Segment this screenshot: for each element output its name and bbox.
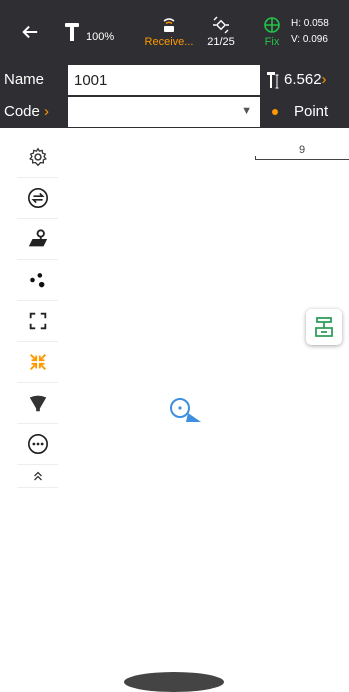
antenna-rod-icon — [267, 72, 279, 89]
chevron-right-icon: › — [39, 103, 50, 120]
signal-beam-icon — [29, 395, 46, 412]
collapse-toolbar-button[interactable] — [17, 465, 58, 488]
swap-button[interactable] — [17, 178, 58, 219]
v-precision: V: 0.096 — [291, 34, 328, 45]
zoom-to-points-button[interactable] — [17, 342, 58, 383]
satellite-count: 21/25 — [207, 36, 235, 48]
points-icon — [29, 273, 44, 288]
map-toolbar — [17, 137, 58, 488]
station-icon — [315, 317, 333, 337]
point-type-label: Point — [294, 103, 329, 120]
fix-status[interactable]: Fix — [254, 0, 290, 64]
back-arrow-icon — [22, 25, 38, 39]
receive-label: Receive... — [144, 36, 194, 48]
datalink-status[interactable]: Receive... — [134, 0, 204, 64]
gnss-receiver-icon — [65, 23, 79, 41]
map-layer-icon — [28, 229, 47, 247]
map-scale: 9 — [255, 144, 349, 160]
swap-icon — [27, 188, 48, 208]
base-station-button[interactable] — [306, 309, 342, 345]
name-label: Name — [4, 71, 45, 88]
bottom-panel-handle[interactable] — [124, 672, 224, 692]
satellite-status[interactable]: 21/25 — [196, 0, 246, 64]
points-button[interactable] — [17, 260, 58, 301]
double-chevron-up-icon — [33, 471, 42, 481]
point-name-input[interactable] — [68, 65, 260, 95]
more-icon — [27, 434, 48, 454]
current-position-icon — [170, 398, 201, 422]
fix-label: Fix — [264, 36, 280, 48]
code-button[interactable]: Code › — [0, 96, 49, 128]
scale-bar — [255, 156, 349, 160]
status-bar: 100% Receive... 21/25 Fix H: 0.058 V: 0.… — [0, 0, 349, 64]
satellite-icon — [213, 16, 229, 34]
fullscreen-button[interactable] — [17, 301, 58, 342]
point-type-selector[interactable]: Point — [272, 96, 328, 128]
code-select[interactable]: ▼ — [68, 97, 260, 127]
battery-percent: 100% — [86, 31, 115, 43]
settings-button[interactable] — [17, 137, 58, 178]
dropdown-caret-icon: ▼ — [241, 105, 252, 117]
back-button[interactable] — [10, 0, 50, 64]
antenna-height[interactable]: 6.562› — [266, 64, 327, 96]
signal-button[interactable] — [17, 383, 58, 424]
h-precision: H: 0.058 — [291, 18, 329, 29]
map-layer-button[interactable] — [17, 219, 58, 260]
receiver-battery[interactable]: 100% — [64, 0, 134, 64]
settings-icon — [28, 147, 47, 167]
more-button[interactable] — [17, 424, 58, 465]
point-type-dot-icon — [272, 109, 278, 116]
chevron-right-icon: › — [321, 71, 327, 88]
scale-value: 9 — [299, 144, 306, 156]
code-label: Code — [4, 103, 40, 120]
precision-readout[interactable]: H: 0.058 V: 0.096 — [291, 16, 349, 48]
name-row: Name 6.562› — [0, 64, 349, 96]
crosshair-icon — [264, 17, 280, 33]
code-row: Code › ▼ Point — [0, 96, 349, 128]
radio-receive-icon — [163, 18, 175, 32]
collapse-arrows-icon — [29, 354, 46, 370]
fullscreen-icon — [29, 312, 46, 330]
antenna-height-value: 6.562 — [284, 71, 322, 88]
